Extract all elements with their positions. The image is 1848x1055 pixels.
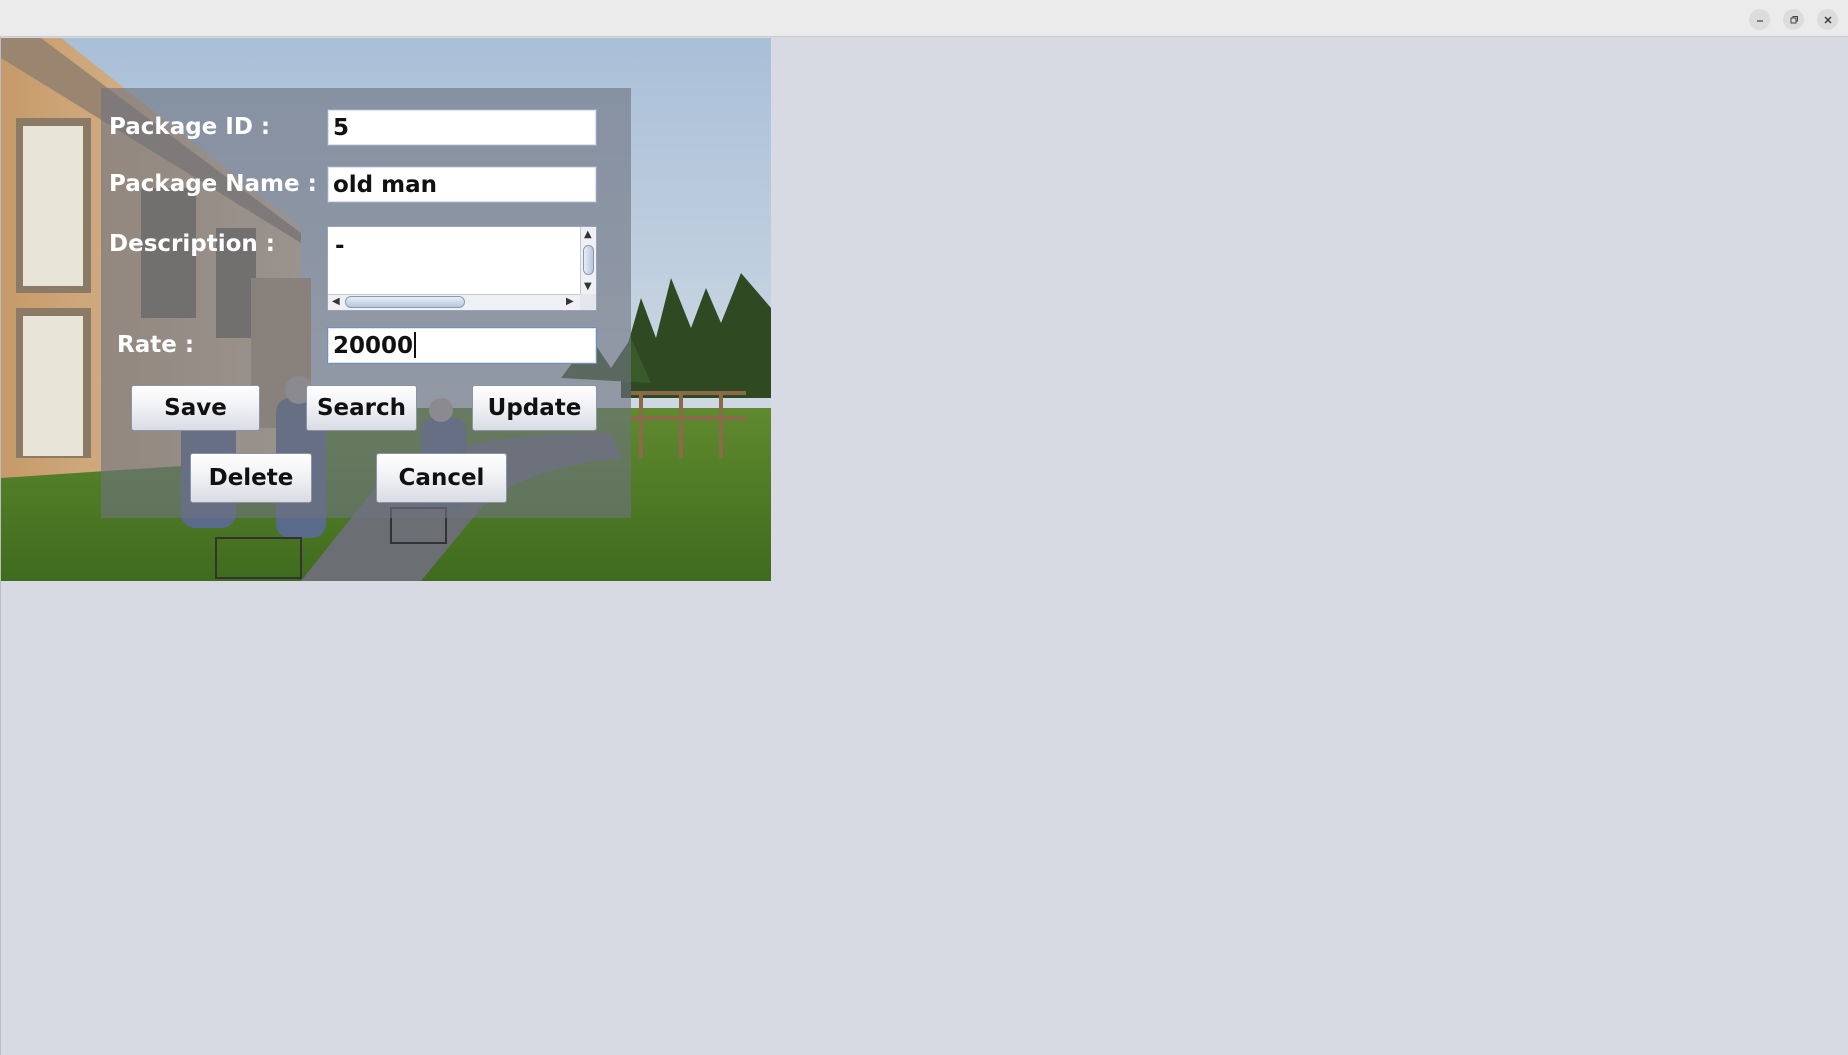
delete-button[interactable]: Delete (190, 453, 312, 503)
description-label: Description : (109, 231, 275, 257)
scroll-right-arrow-icon[interactable]: ▶ (566, 297, 574, 307)
search-button[interactable]: Search (306, 385, 417, 431)
description-vertical-scrollbar[interactable]: ▲ ▼ (580, 227, 596, 296)
vertical-scroll-thumb[interactable] (583, 245, 594, 275)
description-value: - (335, 233, 345, 259)
update-button[interactable]: Update (472, 385, 597, 431)
scroll-down-arrow-icon[interactable]: ▼ (584, 282, 592, 292)
description-horizontal-scrollbar[interactable]: ◀ ▶ (328, 294, 580, 310)
package-name-field[interactable]: old man (327, 166, 597, 203)
scroll-left-arrow-icon[interactable]: ◀ (332, 297, 340, 307)
scrollbar-corner (580, 294, 596, 310)
restore-icon (1790, 15, 1798, 23)
close-button[interactable] (1817, 9, 1838, 30)
package-name-label: Package Name : (109, 171, 317, 197)
text-caret (414, 332, 417, 358)
minimize-icon (1756, 19, 1763, 22)
horizontal-scroll-thumb[interactable] (345, 296, 465, 308)
package-id-field[interactable]: 5 (327, 109, 597, 146)
minimize-button[interactable] (1749, 9, 1770, 30)
description-textarea[interactable]: - ▲ ▼ ◀ ▶ (327, 226, 597, 311)
scroll-up-arrow-icon[interactable]: ▲ (584, 230, 592, 240)
restore-button[interactable] (1783, 9, 1804, 30)
cancel-button[interactable]: Cancel (376, 453, 507, 503)
save-button[interactable]: Save (131, 385, 260, 431)
close-icon (1824, 16, 1831, 23)
rate-field[interactable]: 20000 (327, 327, 597, 364)
rate-value: 20000 (333, 333, 414, 359)
package-id-label: Package ID : (109, 114, 271, 140)
window-titlebar (0, 0, 1848, 37)
rate-label: Rate : (117, 332, 195, 358)
package-name-value: old man (333, 172, 438, 198)
package-id-value: 5 (333, 115, 350, 141)
